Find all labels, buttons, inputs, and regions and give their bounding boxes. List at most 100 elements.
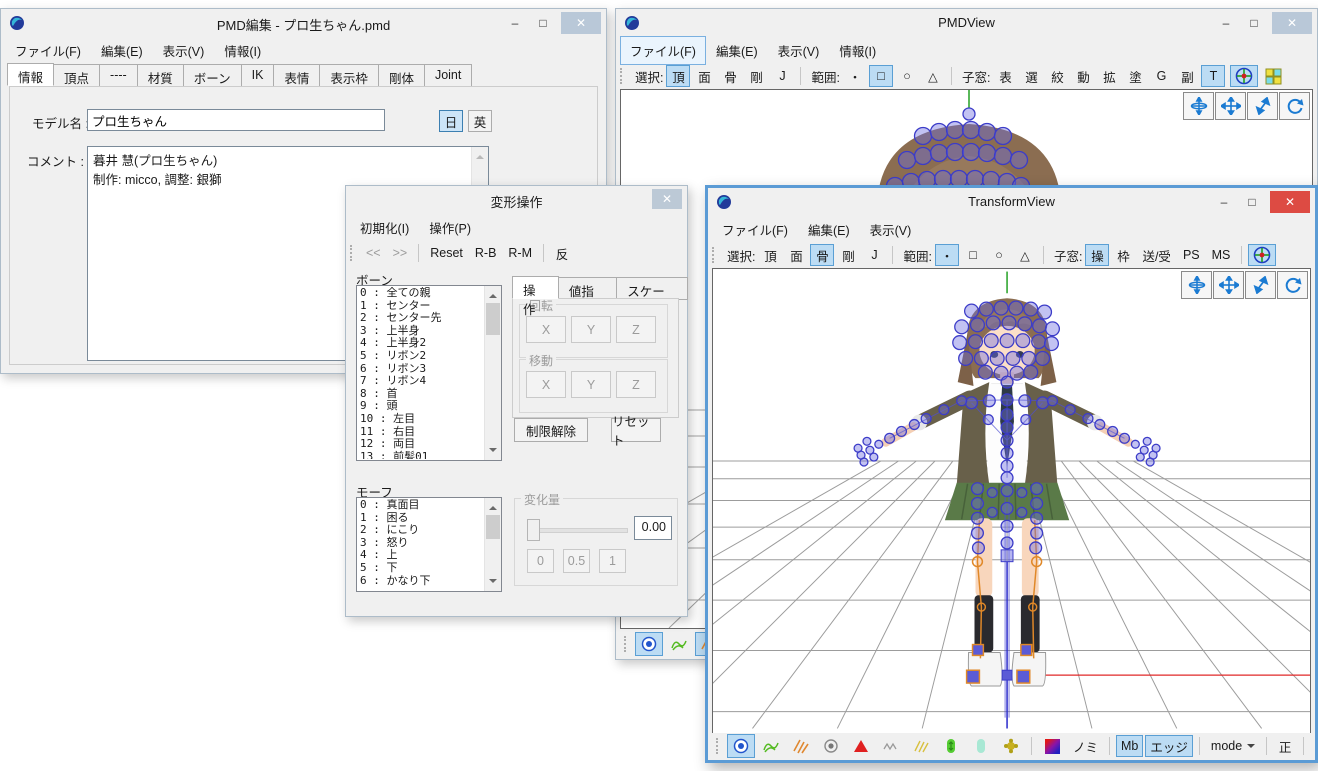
scrollbar-thumb[interactable]: [486, 515, 500, 539]
rotate-axis-button[interactable]: X: [526, 316, 566, 343]
minimize-button[interactable]: –: [1210, 191, 1238, 213]
japanese-toggle-button[interactable]: 日: [439, 110, 463, 132]
child-window-toggle[interactable]: 枠: [1111, 244, 1135, 266]
gizmo-sphere-icon[interactable]: [1248, 244, 1276, 266]
tab[interactable]: 材質: [137, 64, 184, 87]
rotate-axis-button[interactable]: Y: [571, 316, 611, 343]
close-button[interactable]: ✕: [652, 189, 682, 209]
menu-item[interactable]: 表示(V): [153, 36, 215, 65]
close-button[interactable]: ✕: [561, 12, 601, 34]
maximize-button[interactable]: □: [529, 12, 557, 34]
select-mode-toggle[interactable]: 骨: [810, 244, 834, 266]
gizmo-sphere-icon[interactable]: [1230, 65, 1258, 87]
transformview-viewport[interactable]: [712, 268, 1311, 734]
edge-toggle[interactable]: エッジ: [1145, 735, 1193, 757]
scroll-up-icon[interactable]: [485, 286, 501, 301]
pmd-edit-titlebar[interactable]: PMD編集 - プロ生ちゃん.pmd – □ ✕: [1, 9, 606, 37]
tab[interactable]: 値指定: [558, 277, 617, 300]
child-window-toggle[interactable]: 塗: [1123, 65, 1147, 87]
wire-display-icon[interactable]: [665, 632, 693, 656]
select-mode-toggle[interactable]: 頂: [666, 65, 690, 87]
pan-view-icon[interactable]: [1213, 271, 1244, 299]
range-mode-toggle[interactable]: □: [961, 244, 985, 266]
background-color-icon[interactable]: [1038, 734, 1066, 758]
physics-on-icon[interactable]: [937, 734, 965, 758]
select-mode-toggle[interactable]: J: [862, 244, 886, 266]
range-mode-toggle[interactable]: □: [869, 65, 893, 87]
wire-display-icon[interactable]: [757, 734, 785, 758]
toolbar-grip[interactable]: [624, 636, 629, 652]
zoom-view-icon[interactable]: [1247, 92, 1278, 120]
joint-display-icon[interactable]: [877, 734, 905, 758]
bone-list-item[interactable]: 0 : 全ての親: [360, 287, 484, 300]
range-mode-toggle[interactable]: ○: [895, 65, 919, 87]
menu-item[interactable]: 編集(E): [798, 215, 860, 244]
child-window-toggle[interactable]: 表: [993, 65, 1017, 87]
transformview-titlebar[interactable]: TransformView – □ ✕: [708, 188, 1315, 216]
menu-item[interactable]: 操作(P): [419, 213, 481, 242]
child-window-toggle[interactable]: 動: [1071, 65, 1095, 87]
menu-item[interactable]: 初期化(I): [350, 213, 419, 242]
mode-dropdown[interactable]: mode: [1206, 735, 1260, 757]
scroll-up-icon[interactable]: [485, 498, 501, 513]
child-window-toggle[interactable]: 副: [1175, 65, 1199, 87]
toolbar-grip[interactable]: [712, 247, 717, 263]
child-window-toggle[interactable]: 絞: [1045, 65, 1069, 87]
maximize-button[interactable]: □: [1240, 12, 1268, 34]
child-window-toggle[interactable]: 拡: [1097, 65, 1121, 87]
bone-listbox[interactable]: 0 : 全ての親1 : センター2 : センター先3 : 上半身4 : 上半身2…: [356, 285, 502, 461]
tab[interactable]: 情報: [7, 63, 54, 86]
pose-reset-button[interactable]: Reset: [425, 242, 468, 264]
child-window-toggle[interactable]: MS: [1207, 244, 1236, 266]
range-mode-toggle[interactable]: ・: [843, 65, 867, 87]
menu-item[interactable]: 表示(V): [768, 36, 830, 65]
scroll-down-icon[interactable]: [485, 576, 501, 591]
menu-item[interactable]: 情報(I): [829, 36, 886, 65]
vertex-display-icon[interactable]: [727, 734, 755, 758]
reset-button[interactable]: リセット: [611, 418, 661, 442]
tab[interactable]: IK: [241, 64, 275, 87]
morph-list-item[interactable]: 2 : にこり: [360, 524, 484, 537]
amount-preset-button[interactable]: 0: [527, 549, 554, 573]
dialog-titlebar[interactable]: 変形操作 ✕: [346, 186, 687, 214]
english-toggle-button[interactable]: 英: [468, 110, 492, 132]
mesh-display-icon[interactable]: [787, 734, 815, 758]
quad-view-icon[interactable]: [1260, 65, 1287, 87]
tab[interactable]: ----: [99, 64, 138, 87]
bone-list-item[interactable]: 7 : リボン4: [360, 375, 484, 388]
gravity-icon[interactable]: [997, 734, 1025, 758]
menu-item[interactable]: ファイル(F): [5, 36, 91, 65]
tab[interactable]: Joint: [424, 64, 472, 87]
select-mode-toggle[interactable]: J: [770, 65, 794, 87]
tab[interactable]: ボーン: [183, 64, 242, 87]
pmdview-titlebar[interactable]: PMDView – □ ✕: [616, 9, 1317, 37]
rotate-axis-button[interactable]: Z: [616, 316, 656, 343]
model-name-input[interactable]: [87, 109, 385, 131]
morph-list-item[interactable]: 0 : 真面目: [360, 499, 484, 512]
front-view-button[interactable]: 正: [1273, 735, 1297, 757]
select-mode-toggle[interactable]: 剛: [836, 244, 860, 266]
child-window-toggle[interactable]: 操: [1085, 244, 1109, 266]
select-mode-toggle[interactable]: 面: [692, 65, 716, 87]
range-mode-toggle[interactable]: ・: [935, 244, 959, 266]
pose-reset-button[interactable]: R-B: [470, 242, 502, 264]
child-window-toggle[interactable]: G: [1149, 65, 1173, 87]
child-window-toggle[interactable]: 選: [1019, 65, 1043, 87]
tab[interactable]: スケール: [616, 277, 688, 300]
morph-list-item[interactable]: 5 : 下: [360, 562, 484, 575]
child-window-toggle[interactable]: T: [1201, 65, 1225, 87]
close-button[interactable]: ✕: [1270, 191, 1310, 213]
bone-list-item[interactable]: 2 : センター先: [360, 312, 484, 325]
scroll-down-icon[interactable]: [485, 445, 501, 460]
scrollbar-thumb[interactable]: [486, 303, 500, 335]
bone-list-item[interactable]: 13 : 前髪01: [360, 451, 484, 459]
child-window-toggle[interactable]: 送/受: [1137, 244, 1175, 266]
point-display-icon[interactable]: [817, 734, 845, 758]
pose-reset-button[interactable]: R-M: [503, 242, 537, 264]
nomi-toggle[interactable]: ノミ: [1068, 735, 1103, 757]
menu-item[interactable]: 編集(E): [706, 36, 768, 65]
menu-item[interactable]: 表示(V): [860, 215, 922, 244]
amount-preset-button[interactable]: 1: [599, 549, 626, 573]
toolbar-grip[interactable]: [716, 738, 721, 754]
toolbar-grip[interactable]: [620, 68, 625, 84]
